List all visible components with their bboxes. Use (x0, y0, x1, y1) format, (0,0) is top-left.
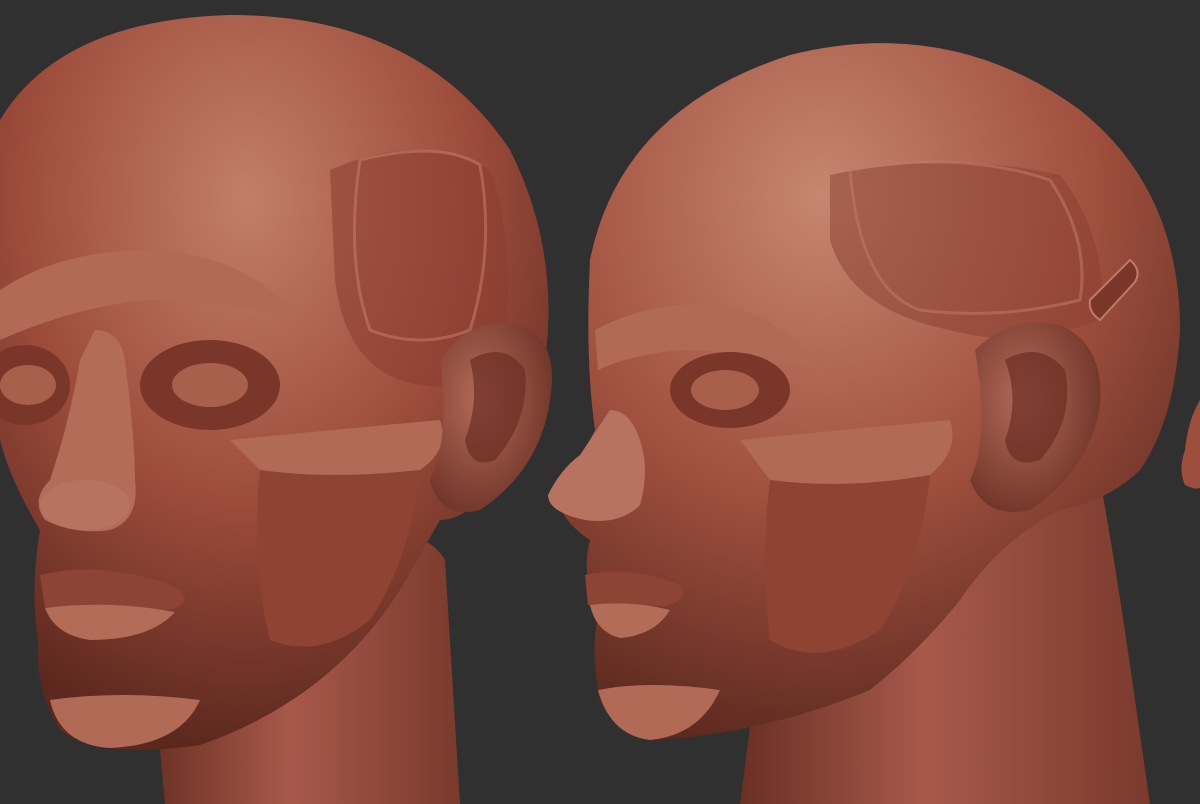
viewport (0, 0, 1200, 804)
head-three-quarter-right (548, 43, 1180, 804)
head-three-quarter-left (0, 15, 552, 804)
sculpt-render (0, 15, 1200, 804)
head-partial-edge (1181, 400, 1200, 489)
